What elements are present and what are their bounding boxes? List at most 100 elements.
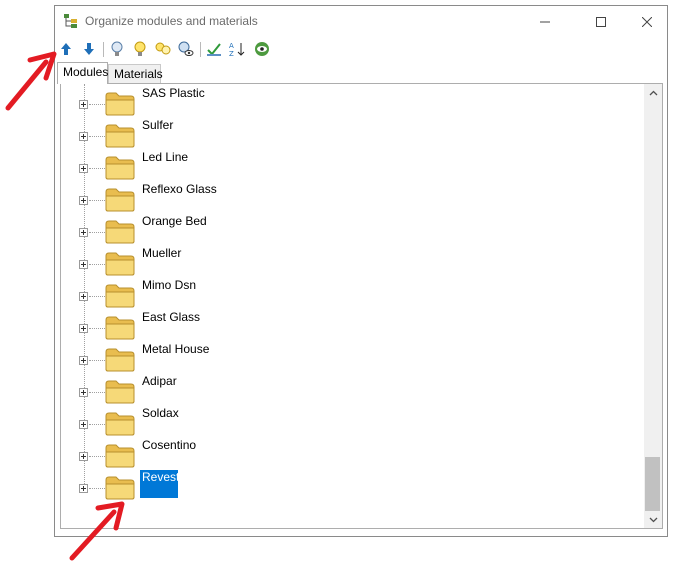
- tree-node-label[interactable]: Cosentino: [140, 438, 198, 452]
- tree-node[interactable]: Led Line: [61, 148, 644, 180]
- close-icon: [642, 16, 652, 27]
- sort-az-icon: AZ: [229, 42, 245, 57]
- tree-node-label[interactable]: Metal House: [140, 342, 211, 356]
- sort-az-button[interactable]: AZ: [228, 40, 246, 58]
- tree-node[interactable]: Soldax: [61, 404, 644, 436]
- tree-node[interactable]: Adipar: [61, 372, 644, 404]
- annotation-arrow-icon: [5, 51, 57, 111]
- tree-node[interactable]: Orange Bed: [61, 212, 644, 244]
- chevron-down-icon: [649, 517, 657, 522]
- chevron-up-icon: [649, 90, 657, 95]
- tree-node-label[interactable]: SAS Plastic: [140, 86, 207, 100]
- title-bar[interactable]: Organize modules and materials: [55, 6, 667, 37]
- minimize-button[interactable]: [523, 6, 567, 37]
- maximize-button[interactable]: [579, 6, 623, 37]
- expand-icon[interactable]: [79, 100, 88, 109]
- scroll-thumb[interactable]: [645, 457, 660, 511]
- tree-node[interactable]: East Glass: [61, 308, 644, 340]
- scroll-up-button[interactable]: [644, 84, 662, 101]
- tree-node[interactable]: Mueller: [61, 244, 644, 276]
- folder-icon: [105, 188, 135, 212]
- folder-icon: [105, 380, 135, 404]
- folder-icon: [105, 124, 135, 148]
- tree-node-label[interactable]: Orange Bed: [140, 214, 209, 228]
- tree-node-selected[interactable]: Revest: [61, 468, 644, 500]
- toolbar-separator: [103, 42, 104, 57]
- expand-icon[interactable]: [79, 164, 88, 173]
- lightbulb-eye-button[interactable]: [177, 40, 195, 58]
- lightbulb-eye-icon: [178, 41, 194, 56]
- tree-connector: [89, 456, 105, 457]
- tree-node[interactable]: Metal House: [61, 340, 644, 372]
- tree-node-label[interactable]: Sulfer: [140, 118, 175, 132]
- lightbulb-off-button[interactable]: [108, 40, 126, 58]
- window-title: Organize modules and materials: [85, 14, 258, 28]
- check-edit-icon: [207, 43, 221, 56]
- expand-icon[interactable]: [79, 484, 88, 493]
- move-down-arrow-icon: [84, 43, 94, 55]
- expand-icon[interactable]: [79, 388, 88, 397]
- tree-connector: [89, 328, 105, 329]
- modules-panel: SAS Plastic Sulfer Led Line Reflexo Glas…: [60, 83, 663, 529]
- tree-node-label[interactable]: Soldax: [140, 406, 181, 420]
- tree-connector: [89, 392, 105, 393]
- module-tree[interactable]: SAS Plastic Sulfer Led Line Reflexo Glas…: [61, 84, 644, 528]
- scroll-down-button[interactable]: [644, 511, 662, 528]
- vertical-scrollbar[interactable]: [644, 84, 662, 528]
- lightbulb-on-button[interactable]: [131, 40, 149, 58]
- tree-connector: [89, 296, 105, 297]
- tree-connector: [89, 104, 105, 105]
- expand-icon[interactable]: [79, 292, 88, 301]
- tree-node-label[interactable]: Adipar: [140, 374, 179, 388]
- tab-strip: Modules Materials: [55, 62, 667, 84]
- lightbulb-off-icon: [111, 41, 123, 56]
- tree-node-label[interactable]: Mueller: [140, 246, 183, 260]
- expand-icon[interactable]: [79, 420, 88, 429]
- tree-connector: [89, 360, 105, 361]
- expand-icon[interactable]: [79, 324, 88, 333]
- expand-icon[interactable]: [79, 196, 88, 205]
- folder-icon: [105, 412, 135, 436]
- svg-text:Z: Z: [229, 50, 234, 57]
- tree-connector: [89, 264, 105, 265]
- tree-node[interactable]: Cosentino: [61, 436, 644, 468]
- eye-toggle-icon: [255, 42, 269, 56]
- folder-icon: [105, 92, 135, 116]
- tree-connector: [89, 136, 105, 137]
- check-edit-button[interactable]: [205, 40, 223, 58]
- tree-connector: [89, 488, 105, 489]
- folder-icon: [105, 444, 135, 468]
- tree-connector: [89, 424, 105, 425]
- tree-node[interactable]: Mimo Dsn: [61, 276, 644, 308]
- tree-node-label[interactable]: East Glass: [140, 310, 202, 324]
- minimize-icon: [540, 21, 550, 22]
- folder-icon: [105, 284, 135, 308]
- tree-node-label[interactable]: Led Line: [140, 150, 190, 164]
- close-button[interactable]: [625, 6, 669, 37]
- expand-icon[interactable]: [79, 452, 88, 461]
- tree-organize-icon: [64, 14, 77, 28]
- expand-icon[interactable]: [79, 228, 88, 237]
- expand-icon[interactable]: [79, 356, 88, 365]
- toolbar-separator: [200, 42, 201, 57]
- tree-node[interactable]: Reflexo Glass: [61, 180, 644, 212]
- lightbulb-on-icon: [134, 41, 146, 56]
- lightbulbs-icon: [155, 42, 171, 55]
- lightbulbs-button[interactable]: [154, 40, 172, 58]
- expand-icon[interactable]: [79, 260, 88, 269]
- organize-window: Organize modules and materials A Z Modul…: [54, 5, 668, 537]
- tree-connector: [89, 232, 105, 233]
- folder-icon: [105, 156, 135, 180]
- folder-icon: [105, 252, 135, 276]
- eye-toggle-button[interactable]: [253, 40, 271, 58]
- tree-node-label[interactable]: Reflexo Glass: [140, 182, 219, 196]
- expand-icon[interactable]: [79, 132, 88, 141]
- svg-text:A: A: [229, 42, 234, 50]
- tab-modules[interactable]: Modules: [57, 62, 108, 84]
- tab-materials[interactable]: Materials: [108, 64, 163, 83]
- tree-node-label[interactable]: Mimo Dsn: [140, 278, 198, 292]
- move-down-button[interactable]: [80, 40, 98, 58]
- tree-node-label-selected[interactable]: Revest: [140, 470, 179, 498]
- tree-node[interactable]: SAS Plastic: [61, 84, 644, 116]
- tree-node[interactable]: Sulfer: [61, 116, 644, 148]
